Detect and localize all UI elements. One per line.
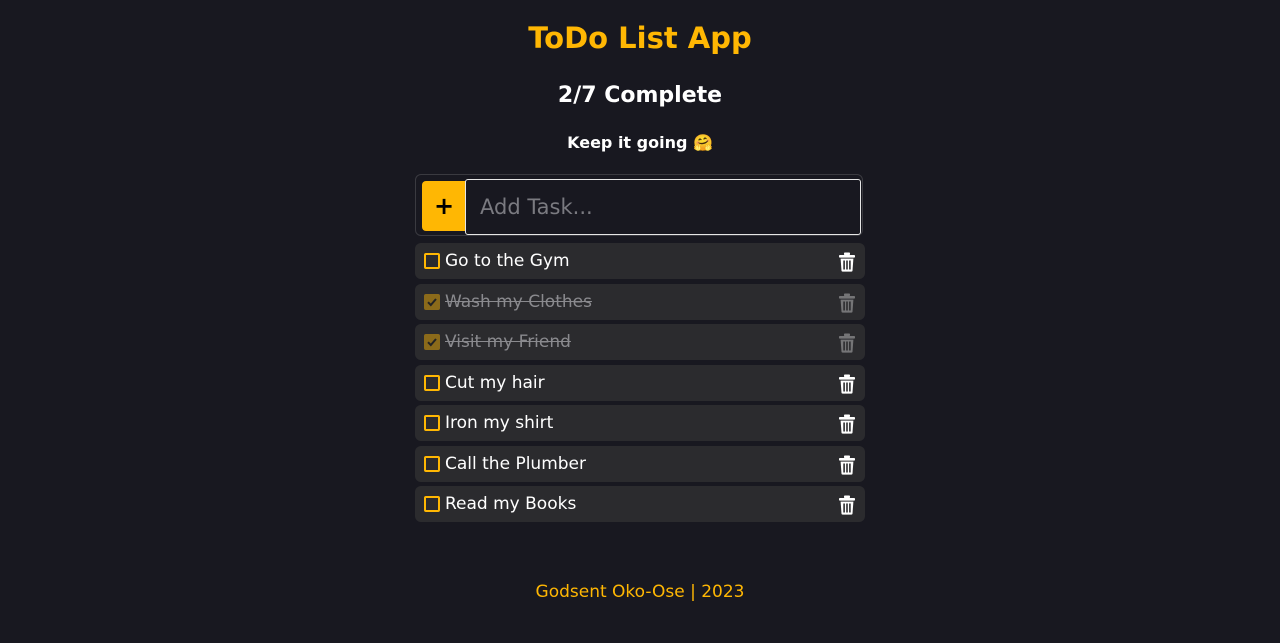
check-icon bbox=[427, 338, 437, 347]
task-label: Cut my hair bbox=[445, 372, 545, 393]
add-task-input[interactable] bbox=[465, 179, 861, 235]
task-label: Visit my Friend bbox=[445, 332, 571, 352]
task-checkbox[interactable] bbox=[424, 415, 440, 431]
trash-icon[interactable] bbox=[838, 374, 856, 394]
progress-counter: 2/7 Complete bbox=[557, 83, 723, 108]
motivation-message: Keep it going 🤗 bbox=[567, 133, 713, 152]
task-item: Iron my shirt bbox=[415, 405, 865, 441]
trash-icon[interactable] bbox=[838, 252, 856, 272]
task-checkbox[interactable] bbox=[424, 253, 440, 269]
task-checkbox[interactable] bbox=[424, 455, 440, 472]
trash-icon[interactable] bbox=[838, 495, 856, 515]
check-icon bbox=[427, 297, 437, 306]
task-label: Call the Plumber bbox=[445, 453, 586, 474]
trash-icon[interactable] bbox=[838, 455, 856, 475]
task-item: Wash my Clothes bbox=[415, 283, 865, 320]
trash-icon[interactable] bbox=[838, 333, 856, 353]
task-checkbox[interactable] bbox=[424, 293, 440, 310]
task-checkbox[interactable] bbox=[424, 334, 440, 350]
add-task-button[interactable]: + bbox=[422, 181, 466, 231]
task-checkbox[interactable] bbox=[424, 374, 440, 391]
task-label: Iron my shirt bbox=[445, 413, 554, 433]
task-item: Read my Books bbox=[415, 486, 865, 522]
task-item: Go to the Gym bbox=[415, 243, 865, 279]
add-task-form: + bbox=[415, 174, 863, 236]
task-item: Visit my Friend bbox=[415, 324, 865, 360]
task-list: Go to the Gym Wash my Clothes Visit my F… bbox=[415, 243, 865, 527]
task-label: Go to the Gym bbox=[445, 251, 570, 271]
todo-app: ToDo List App 2/7 Complete Keep it going… bbox=[0, 0, 1280, 643]
trash-icon[interactable] bbox=[838, 293, 856, 313]
task-checkbox[interactable] bbox=[424, 496, 440, 512]
trash-icon[interactable] bbox=[838, 414, 856, 434]
task-label: Read my Books bbox=[445, 494, 577, 514]
plus-icon: + bbox=[433, 192, 455, 220]
task-item: Call the Plumber bbox=[415, 445, 865, 482]
footer-credit: Godsent Oko-Ose | 2023 bbox=[535, 582, 745, 602]
page-title: ToDo List App bbox=[528, 21, 752, 55]
task-label: Wash my Clothes bbox=[445, 291, 592, 312]
task-item: Cut my hair bbox=[415, 364, 865, 401]
